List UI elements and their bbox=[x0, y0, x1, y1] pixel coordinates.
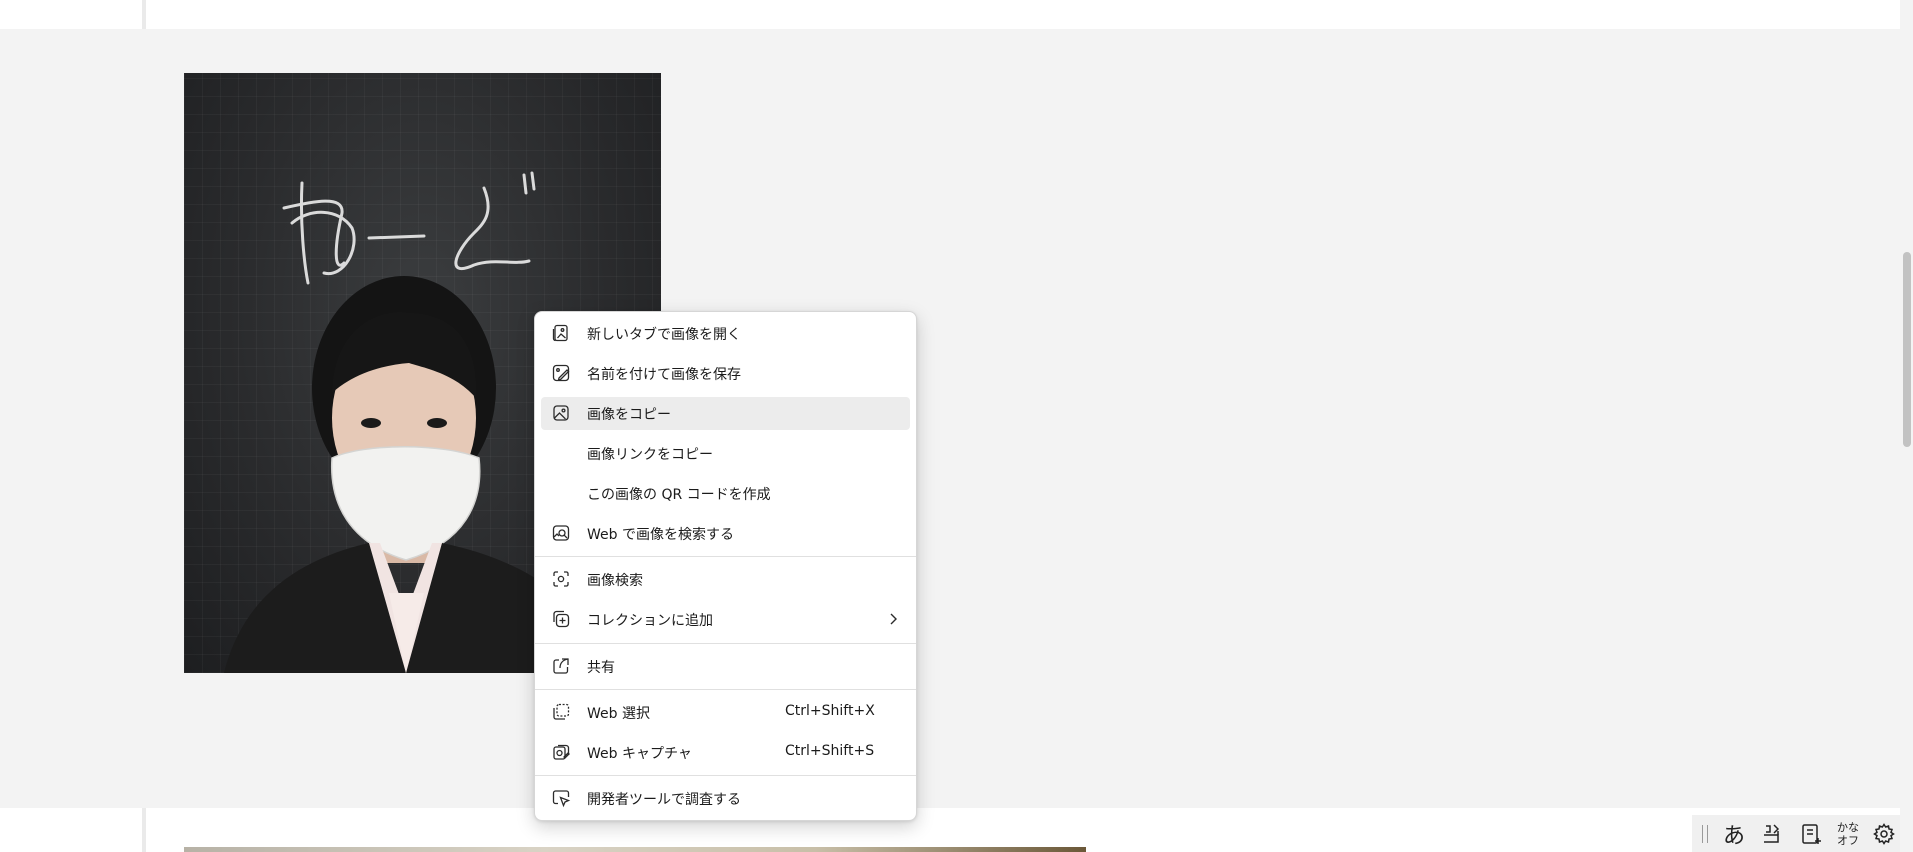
menu-label: Web で画像を検索する bbox=[587, 527, 734, 543]
ime-toolbar: あ かな オフ bbox=[1692, 815, 1900, 852]
kana-label-bottom: オフ bbox=[1837, 834, 1859, 847]
open-image-new-tab-icon bbox=[551, 323, 571, 343]
menu-inspect-devtools[interactable]: 開発者ツールで調査する bbox=[541, 782, 910, 815]
web-capture-icon bbox=[551, 742, 571, 762]
gear-icon[interactable] bbox=[1870, 821, 1898, 847]
menu-separator bbox=[535, 775, 916, 776]
menu-web-select[interactable]: Web 選択 Ctrl+Shift+X bbox=[541, 696, 910, 729]
kana-label-top: かな bbox=[1837, 821, 1859, 834]
menu-label: 開発者ツールで調査する bbox=[587, 792, 741, 808]
image-context-menu: 新しいタブで画像を開く 名前を付けて画像を保存 画像をコピー 画像リンクをコピー… bbox=[534, 311, 917, 821]
devtools-inspect-icon bbox=[551, 788, 571, 808]
ime-input-mode-button[interactable]: あ bbox=[1720, 821, 1748, 849]
content-left-rule bbox=[142, 0, 146, 29]
menu-label: この画像の QR コードを作成 bbox=[587, 487, 771, 503]
menu-open-image-new-tab[interactable]: 新しいタブで画像を開く bbox=[541, 317, 910, 350]
menu-web-capture[interactable]: Web キャプチャ Ctrl+Shift+S bbox=[541, 736, 910, 769]
visual-search-icon bbox=[551, 569, 571, 589]
page-bottom-band bbox=[0, 808, 1900, 852]
menu-label: 画像をコピー bbox=[587, 407, 671, 423]
menu-copy-image-link[interactable]: 画像リンクをコピー bbox=[541, 437, 910, 470]
chalk-lettering bbox=[282, 171, 536, 285]
menu-label: 共有 bbox=[587, 660, 615, 676]
menu-separator bbox=[535, 556, 916, 557]
menu-share[interactable]: 共有 bbox=[541, 650, 910, 683]
share-icon bbox=[551, 656, 571, 676]
left-eye bbox=[361, 418, 381, 428]
page-top-band bbox=[0, 0, 1900, 29]
copy-image-icon bbox=[551, 403, 571, 423]
ime-dictionary-icon[interactable] bbox=[1798, 821, 1826, 847]
ime-drag-handle[interactable] bbox=[1702, 825, 1708, 843]
web-select-icon bbox=[551, 702, 571, 722]
scrollbar-thumb[interactable] bbox=[1903, 252, 1911, 447]
menu-shortcut: Ctrl+Shift+S bbox=[785, 743, 875, 759]
menu-separator bbox=[535, 643, 916, 644]
face-mask bbox=[330, 446, 481, 561]
right-eye bbox=[427, 418, 447, 428]
menu-add-to-collection[interactable]: コレクションに追加 bbox=[541, 603, 910, 636]
menu-create-qr-code[interactable]: この画像の QR コードを作成 bbox=[541, 477, 910, 510]
menu-label: 画像リンクをコピー bbox=[587, 447, 713, 463]
menu-search-image-web[interactable]: Web で画像を検索する bbox=[541, 517, 910, 550]
search-image-web-icon bbox=[551, 523, 571, 543]
next-photo-edge bbox=[184, 847, 1086, 852]
menu-save-image-as[interactable]: 名前を付けて画像を保存 bbox=[541, 357, 910, 390]
menu-label: Web キャプチャ bbox=[587, 746, 692, 762]
save-image-icon bbox=[551, 363, 571, 383]
vertical-scrollbar[interactable] bbox=[1900, 0, 1913, 852]
menu-label: 新しいタブで画像を開く bbox=[587, 327, 741, 343]
menu-copy-image[interactable]: 画像をコピー bbox=[541, 397, 910, 430]
menu-label: 画像検索 bbox=[587, 573, 643, 589]
chevron-right-icon bbox=[886, 610, 900, 628]
content-left-rule-bottom bbox=[142, 808, 146, 852]
ime-kana-toggle[interactable]: かな オフ bbox=[1832, 821, 1864, 847]
menu-separator bbox=[535, 689, 916, 690]
add-collection-icon bbox=[551, 609, 571, 629]
menu-shortcut: Ctrl+Shift+X bbox=[785, 703, 875, 719]
menu-label: Web 選択 bbox=[587, 706, 650, 722]
ime-pad-icon[interactable] bbox=[1758, 821, 1786, 847]
menu-label: コレクションに追加 bbox=[587, 613, 713, 629]
menu-visual-search[interactable]: 画像検索 bbox=[541, 563, 910, 596]
menu-label: 名前を付けて画像を保存 bbox=[587, 367, 741, 383]
